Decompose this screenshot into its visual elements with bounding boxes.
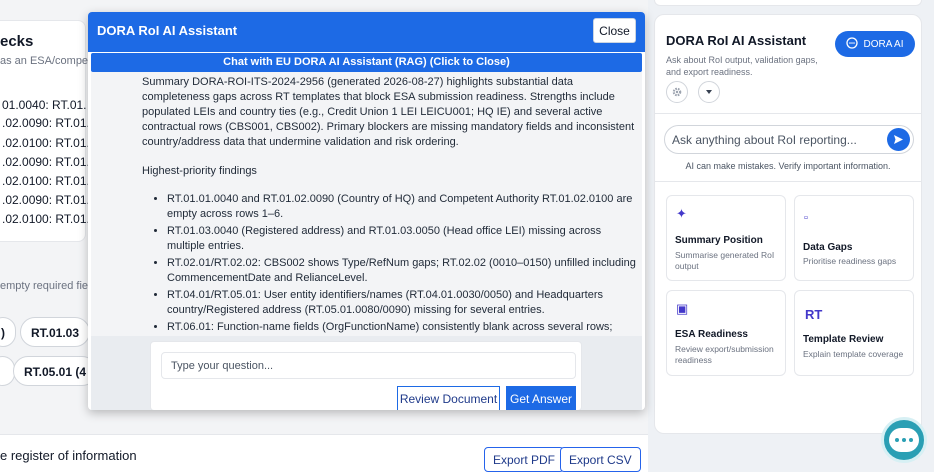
card-title: ESA Readiness [675, 329, 748, 340]
finding-item: RT.01.03.0040 (Registered address) and R… [167, 224, 637, 254]
modal-title: DORA RoI AI Assistant [97, 23, 238, 38]
findings-list: RT.01.01.0040 and RT.01.02.0090 (Country… [167, 192, 637, 335]
ask-input[interactable] [672, 133, 882, 147]
export-csv-button[interactable]: Export CSV [560, 447, 641, 472]
chat-messages[interactable]: Summary DORA-ROI-ITS-2024-2956 (generate… [91, 72, 642, 336]
data-gaps-card[interactable]: ▫ Data Gaps Prioritise readiness gaps [794, 195, 914, 281]
close-button[interactable]: Close [593, 18, 636, 43]
export-pdf-button[interactable]: Export PDF [484, 447, 565, 472]
check-row: .02.0090: RT.01. [2, 193, 90, 207]
check-row: .02.0100: RT.01. [2, 174, 90, 188]
divider [655, 181, 921, 182]
top-strip [654, 0, 922, 6]
dora-ai-button[interactable]: DORA AI [835, 31, 915, 57]
check-row: .02.0090: RT.01. [2, 155, 90, 169]
register-title: e register of information [0, 448, 137, 463]
card-title: Template Review [803, 334, 884, 345]
assistant-message: Summary DORA-ROI-ITS-2024-2956 (generate… [142, 75, 637, 336]
card-description: Prioritise readiness gaps [803, 256, 897, 266]
chat-toggle-bar[interactable]: Chat with EU DORA AI Assistant (RAG) (Cl… [91, 53, 642, 72]
empty-fields-note: empty required fie [0, 280, 89, 292]
get-answer-button[interactable]: Get Answer [506, 386, 576, 410]
card-title: Data Gaps [803, 242, 853, 253]
findings-heading: Highest-priority findings [142, 165, 257, 177]
ai-disclaimer: AI can make mistakes. Verify important i… [685, 161, 891, 171]
card-description: Summarise generated RoI output [675, 250, 775, 271]
check-row: .02.0100: RT.01. [2, 136, 90, 150]
document-icon: ▣ [676, 301, 689, 316]
template-chip[interactable]: ) [0, 317, 16, 347]
card-description: Review export/submission readiness [675, 344, 774, 365]
card-title: Summary Position [675, 235, 763, 246]
finding-item: RT.01.01.0040 and RT.01.02.0090 (Country… [167, 192, 637, 222]
chevron-down-icon[interactable] [698, 81, 720, 103]
checks-card [0, 20, 86, 242]
check-row: 01.0040: RT.01. [2, 98, 87, 112]
panel-description: Ask about RoI output, validation gaps, a… [666, 55, 818, 77]
check-row: .02.0090: RT.01. [2, 116, 90, 130]
divider [655, 113, 921, 114]
send-button[interactable] [887, 128, 910, 151]
modal-header: DORA RoI AI Assistant Close [88, 12, 645, 52]
finding-item: RT.06.01: Function-name fields (OrgFunct… [167, 320, 637, 335]
summary-paragraph: Summary DORA-ROI-ITS-2024-2956 (generate… [142, 76, 635, 148]
template-chip[interactable]: RT.05.01 (4 [13, 356, 98, 386]
chat-icon [846, 36, 859, 52]
gear-icon[interactable] [666, 81, 688, 103]
chat-launcher-button[interactable] [881, 417, 927, 463]
summary-position-card[interactable]: ✦ Summary Position Summarise generated R… [666, 195, 786, 281]
card-description: Explain template coverage [803, 349, 904, 359]
assistant-modal: DORA RoI AI Assistant Close Chat with EU… [88, 12, 645, 410]
rt-icon: RT [805, 307, 823, 322]
review-document-button[interactable]: Review Document [397, 386, 500, 410]
esa-readiness-card[interactable]: ▣ ESA Readiness Review export/submission… [666, 290, 786, 376]
composer: Review Document Get Answer [150, 341, 582, 410]
template-chip[interactable]: RT.01.03 [20, 317, 91, 347]
send-icon [894, 135, 903, 144]
template-review-card[interactable]: RT Template Review Explain template cove… [794, 290, 914, 376]
finding-item: RT.02.01/RT.02.02: CBS002 shows Type/Ref… [167, 256, 637, 286]
dora-ai-label: DORA AI [863, 38, 904, 50]
check-row: .02.0100: RT.01. [2, 212, 90, 226]
checks-subheading: as an ESA/compet [0, 55, 92, 67]
ask-box [664, 125, 914, 154]
question-input[interactable] [161, 352, 576, 379]
sparkle-icon: ✦ [676, 206, 687, 221]
checks-heading: ecks [0, 33, 34, 50]
chat-composer-area: Review Document Get Answer [91, 336, 642, 410]
assistant-side-panel: DORA RoI AI Assistant Ask about RoI outp… [654, 14, 922, 434]
finding-item: RT.04.01/RT.05.01: User entity identifie… [167, 288, 637, 318]
panel-title: DORA RoI AI Assistant [666, 33, 807, 48]
square-icon: ▫ [804, 212, 808, 224]
chat-bubble-icon [889, 428, 919, 452]
